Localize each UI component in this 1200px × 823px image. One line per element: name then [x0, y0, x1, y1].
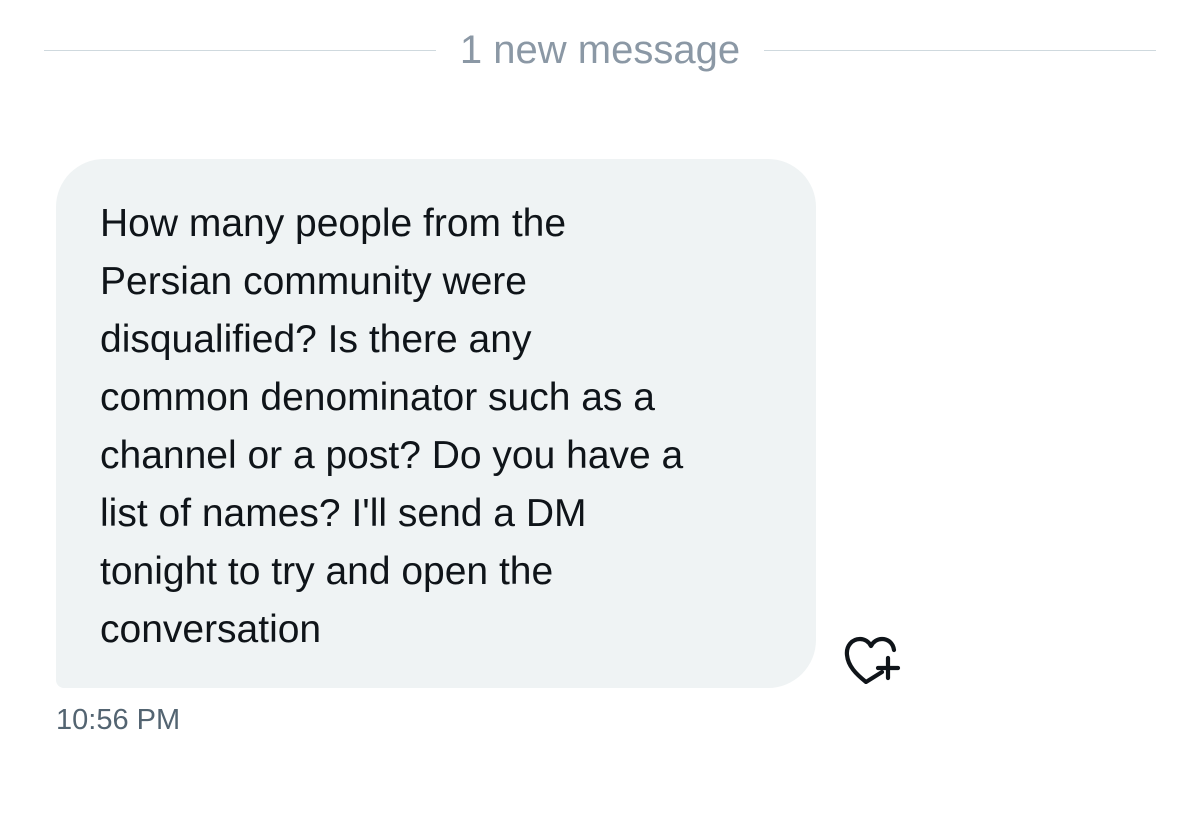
add-reaction-button[interactable]: [842, 628, 906, 685]
new-message-divider: 1 new message: [44, 20, 1156, 80]
divider-line-left: [44, 49, 436, 51]
message-bubble[interactable]: How many people from the Persian communi…: [56, 159, 816, 688]
new-message-label: 1 new message: [459, 28, 741, 72]
heart-plus-icon: [844, 636, 901, 685]
message-text: How many people from the Persian communi…: [100, 202, 684, 651]
divider-line-right: [764, 49, 1156, 51]
message-timestamp: 10:56 PM: [56, 704, 181, 736]
